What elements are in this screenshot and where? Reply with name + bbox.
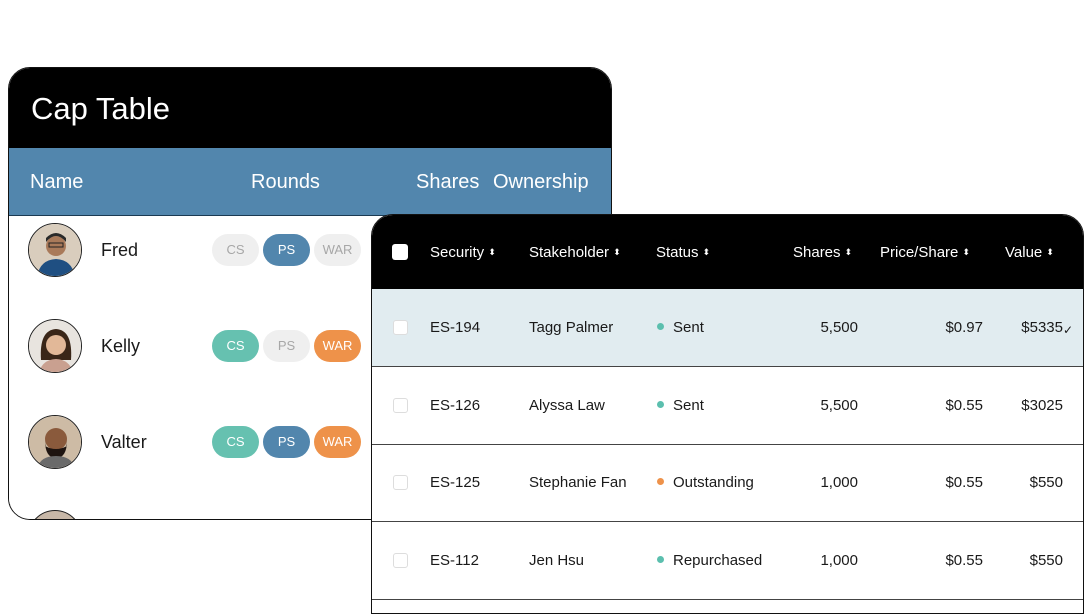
price-per-share: $0.55 [945,551,983,569]
col-status-label: Status [656,244,699,261]
row-checkbox[interactable] [393,320,408,335]
cap-table-header: Name Rounds Shares Ownership [9,148,611,216]
sort-arrows-icon[interactable]: ⬍ [488,247,496,257]
status-label: Sent [673,396,704,414]
status: Outstanding [657,474,754,491]
holder-name: Valter [101,432,147,452]
status: Sent [657,397,704,414]
round-pill-ps[interactable]: PS [263,426,310,458]
status-dot-icon [657,400,664,408]
avatar [28,415,82,469]
col-security-label: Security [430,244,485,261]
securities-row[interactable]: ES-112 Jen Hsu Repurchased 1,000 $0.55 $550 [372,522,1083,600]
select-all-checkbox[interactable] [392,244,408,260]
col-shares[interactable]: Shares [416,171,479,194]
security-id[interactable]: ES-125 [430,474,480,491]
price-per-share: $0.97 [945,319,983,336]
securities-table-card: Security ⬍ Stakeholder ⬍ Status ⬍ Shares ⬍ P… [371,214,1084,614]
status: Repurchased [657,552,762,569]
round-pill-ps[interactable]: PS [263,234,310,266]
cap-table-title: Cap Table [9,68,611,148]
value-amount: $5335 [1021,319,1063,336]
value-amount: $550 [1029,474,1063,491]
status-dot-icon [657,478,664,485]
security-id[interactable]: ES-194 [430,319,480,336]
round-pill-cs[interactable]: CS [212,234,259,266]
col-status[interactable]: Status ⬍ [656,244,710,261]
col-price-share[interactable]: Price/Share ⬍ [880,244,970,261]
status-label: Repurchased [673,551,763,569]
row-checkbox[interactable] [393,397,408,413]
price-per-share: $0.55 [945,474,983,491]
col-security[interactable]: Security ⬍ [430,244,496,261]
security-id[interactable]: ES-126 [430,397,480,414]
stakeholder-name: Stephanie Fan [529,474,627,491]
round-pill-war[interactable]: WAR [314,426,361,458]
shares-value: 5,500 [820,319,858,336]
shares-value: 1,000 [820,551,858,569]
value-amount: $3025 [1021,396,1063,414]
stakeholder-name: Tagg Palmer [529,319,614,336]
col-value-label: Value [1005,244,1043,261]
sort-arrows-icon[interactable]: ⬍ [1046,247,1054,257]
col-shares-label: Shares [793,244,841,261]
avatar [28,510,82,519]
col-stakeholder[interactable]: Stakeholder ⬍ [529,244,621,261]
securities-row[interactable]: ES-126 Alyssa Law Sent 5,500 $0.55 $3025 [372,367,1083,445]
status: Sent [657,319,704,336]
col-price-label: Price/Share [880,244,959,261]
col-rounds[interactable]: Rounds [251,171,320,194]
round-pill-ps[interactable]: PS [263,330,310,362]
sort-arrows-icon[interactable]: ⬍ [703,247,711,257]
sort-arrows-icon[interactable]: ⬍ [845,247,853,257]
stakeholder-name: Jen Hsu [529,551,585,569]
col-shares[interactable]: Shares ⬍ [793,244,852,261]
col-value[interactable]: Value ⬍ [1005,244,1054,261]
row-checkbox[interactable] [393,475,408,490]
securities-header: Security ⬍ Stakeholder ⬍ Status ⬍ Shares ⬍ P… [372,215,1083,289]
sort-arrows-icon[interactable]: ⬍ [613,247,621,257]
securities-row[interactable]: ES-194 Tagg Palmer Sent 5,500 $0.97 $5335 ✓ [372,289,1083,367]
row-checkbox[interactable] [393,552,408,568]
round-pill-war[interactable]: WAR [314,234,361,266]
stakeholder-name: Alyssa Law [529,396,605,414]
price-per-share: $0.55 [945,396,983,414]
round-pill-cs[interactable]: CS [212,426,259,458]
col-ownership[interactable]: Ownership [493,171,589,194]
round-pill-cs[interactable]: CS [212,330,259,362]
status-label: Sent [673,319,704,336]
status-dot-icon [657,555,664,563]
round-pill-war[interactable]: WAR [314,330,361,362]
col-name[interactable]: Name [30,171,83,194]
checkmark-icon: ✓ [1063,323,1074,337]
shares-value: 5,500 [820,396,858,414]
shares-value: 1,000 [820,474,858,491]
col-stakeholder-label: Stakeholder [529,244,610,261]
avatar [28,223,82,277]
avatar [28,319,82,373]
holder-name: Kelly [101,336,141,356]
holder-name: Fred [101,240,139,260]
value-amount: $550 [1029,551,1063,569]
status-dot-icon [657,323,664,330]
status-label: Outstanding [673,474,754,491]
securities-row[interactable]: ES-125 Stephanie Fan Outstanding 1,000 $0.55… [372,444,1083,522]
sort-arrows-icon[interactable]: ⬍ [962,247,970,257]
security-id[interactable]: ES-112 [430,552,479,569]
